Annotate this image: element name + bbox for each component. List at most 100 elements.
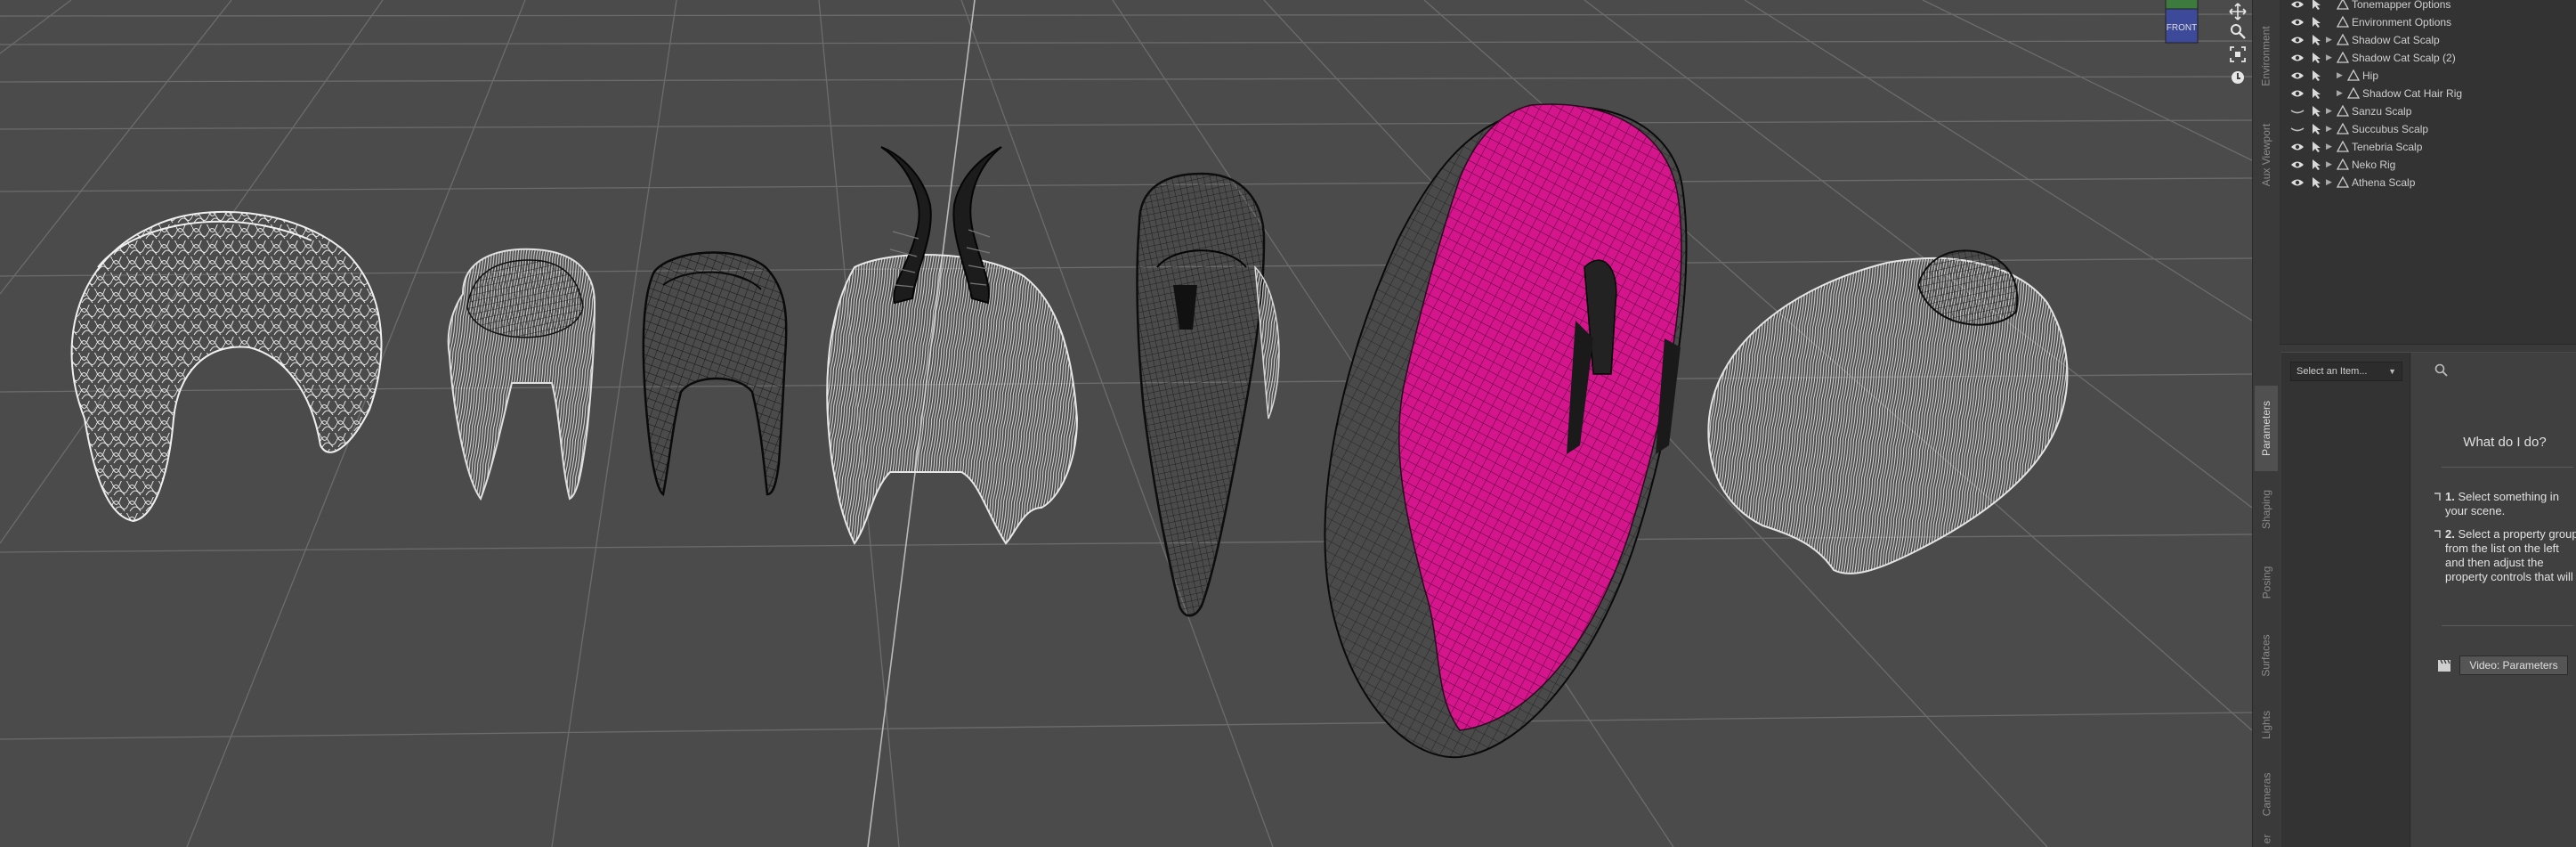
side-tabs-top: Environment Aux Viewport	[2252, 0, 2280, 352]
selectable-icon[interactable]	[2310, 159, 2322, 171]
expand-arrow-icon[interactable]: ▶	[2337, 70, 2345, 81]
scene-tree-row[interactable]: ▶ Athena Scalp	[2280, 174, 2576, 191]
eye-icon[interactable]	[2290, 0, 2305, 10]
expand-arrow-icon[interactable]: ▶	[2326, 177, 2335, 188]
tab-parameters[interactable]: Parameters	[2255, 386, 2278, 471]
selected-object-highlight	[1324, 103, 1688, 759]
node-icon	[2337, 0, 2349, 10]
hair-figure-ponytail	[1136, 172, 1280, 617]
scene-tree-label: Shadow Cat Scalp (2)	[2352, 52, 2456, 64]
eye-icon[interactable]	[2290, 35, 2305, 45]
scene-tree-label: Neko Rig	[2352, 159, 2396, 171]
view-cube[interactable]: FRONT	[2159, 0, 2205, 46]
selectable-icon[interactable]	[2310, 69, 2322, 82]
step-text: Select something in your scene.	[2445, 490, 2559, 517]
chevron-down-icon: ▼	[2388, 367, 2396, 376]
scene-tree-row[interactable]: ▶ Neko Rig	[2280, 156, 2576, 174]
node-icon	[2337, 176, 2349, 188]
orbit-view-icon[interactable]	[2226, 66, 2249, 89]
tab-cameras[interactable]: Cameras	[2255, 760, 2278, 829]
select-item-dropdown[interactable]: Select an Item... ▼	[2290, 362, 2402, 381]
tab-shaping[interactable]: Shaping	[2255, 475, 2278, 544]
selectable-icon[interactable]	[2310, 16, 2322, 29]
scene-tree-row[interactable]: Tonemapper Options	[2280, 0, 2576, 13]
scene-tree-label: Hip	[2362, 69, 2379, 82]
scene-tree-label: Shadow Cat Scalp	[2352, 34, 2440, 46]
eye-icon[interactable]	[2290, 70, 2305, 81]
scene-tree-row[interactable]: ▶ Shadow Cat Scalp (2)	[2280, 49, 2576, 67]
scene-tree-label: Environment Options	[2352, 16, 2452, 29]
selectable-icon[interactable]	[2310, 141, 2322, 153]
node-icon	[2337, 105, 2349, 117]
node-icon	[2337, 52, 2349, 63]
expand-arrow-icon[interactable]: ▶	[2326, 124, 2335, 134]
expand-arrow-icon[interactable]: ▶	[2326, 35, 2335, 45]
expand-arrow-icon[interactable]: ▶	[2326, 159, 2335, 170]
expand-arrow-icon[interactable]: ▶	[2326, 106, 2335, 117]
help-step-1: 1. Select something in your scene.	[2445, 490, 2576, 518]
selectable-icon[interactable]	[2310, 123, 2322, 135]
expand-arrow-icon[interactable]: ▶	[2326, 53, 2335, 63]
node-icon	[2337, 159, 2349, 170]
scene-tree-row[interactable]: Environment Options	[2280, 13, 2576, 31]
node-icon	[2337, 123, 2349, 134]
selectable-icon[interactable]	[2310, 87, 2322, 100]
scene-tree-label: Athena Scalp	[2352, 176, 2416, 189]
help-title: What do I do?	[2463, 435, 2547, 450]
scene-panel: Tonemapper Options Environment Options ▶ Sh…	[2280, 0, 2576, 347]
help-divider	[2442, 625, 2573, 626]
scene-tree-row[interactable]: ▶ Shadow Cat Hair Rig	[2280, 85, 2576, 102]
selectable-icon[interactable]	[2310, 34, 2322, 46]
property-group-list[interactable]: Select an Item... ▼	[2281, 353, 2410, 847]
eye-closed-icon[interactable]	[2290, 124, 2305, 134]
node-icon	[2347, 69, 2360, 81]
tab-truncated[interactable]: er	[2255, 831, 2278, 847]
node-icon	[2337, 141, 2349, 152]
panel-splitter[interactable]	[2280, 344, 2576, 352]
tab-aux-viewport[interactable]: Aux Viewport	[2255, 110, 2278, 200]
scene-tree-row[interactable]: ▶ Tenebria Scalp	[2280, 138, 2576, 156]
node-icon	[2337, 34, 2349, 45]
expand-arrow-icon[interactable]: ▶	[2337, 88, 2345, 99]
tab-surfaces[interactable]: Surfaces	[2255, 621, 2278, 690]
scene-tree-row[interactable]: ▶ Hip	[2280, 67, 2576, 85]
eye-icon[interactable]	[2290, 17, 2305, 28]
scene-tree-label: Sanzu Scalp	[2352, 105, 2412, 118]
selectable-icon[interactable]	[2310, 176, 2322, 189]
selectable-icon[interactable]	[2310, 0, 2322, 11]
scene-tree-label: Tonemapper Options	[2352, 0, 2451, 11]
frame-view-icon[interactable]	[2226, 43, 2249, 66]
parameters-help	[2411, 353, 2576, 847]
eye-icon[interactable]	[2290, 53, 2305, 63]
selectable-icon[interactable]	[2310, 105, 2322, 118]
eye-closed-icon[interactable]	[2290, 106, 2305, 117]
scene-tree-row[interactable]: ▶ Succubus Scalp	[2280, 120, 2576, 138]
selectable-icon[interactable]	[2310, 52, 2322, 64]
tab-environment[interactable]: Environment	[2255, 7, 2278, 105]
step-number: 2.	[2445, 527, 2455, 541]
eye-icon[interactable]	[2290, 177, 2305, 188]
eye-icon[interactable]	[2290, 159, 2305, 170]
select-item-label: Select an Item...	[2297, 366, 2368, 377]
eye-icon[interactable]	[2290, 142, 2305, 152]
hair-figure-curly	[70, 210, 383, 523]
tab-posing[interactable]: Posing	[2255, 548, 2278, 617]
3d-viewport[interactable]: FRONT	[0, 0, 2252, 847]
scene-tree-label: Tenebria Scalp	[2352, 141, 2423, 153]
parameters-panel: Select an Item... ▼ What do I do? 1. Sel…	[2280, 353, 2576, 847]
eye-icon[interactable]	[2290, 88, 2305, 99]
step-text: Select a property group from the list on…	[2445, 527, 2576, 583]
scene-tree-row[interactable]: ▶ Shadow Cat Scalp	[2280, 31, 2576, 49]
help-step-2: 2. Select a property group from the list…	[2445, 527, 2576, 584]
node-icon	[2337, 16, 2349, 28]
viewport-scene[interactable]	[0, 0, 2252, 847]
view-cube-label: FRONT	[2167, 23, 2197, 33]
scene-tree-row[interactable]: ▶ Sanzu Scalp	[2280, 102, 2576, 120]
zoom-view-icon[interactable]	[2226, 20, 2249, 43]
video-parameters-button[interactable]: Video: Parameters	[2459, 656, 2568, 675]
side-tabs-bottom: Parameters Shaping Posing Surfaces Light…	[2252, 352, 2280, 847]
search-icon[interactable]	[2433, 362, 2450, 379]
tab-lights[interactable]: Lights	[2255, 694, 2278, 756]
expand-arrow-icon[interactable]: ▶	[2326, 142, 2335, 152]
node-icon	[2347, 87, 2360, 99]
